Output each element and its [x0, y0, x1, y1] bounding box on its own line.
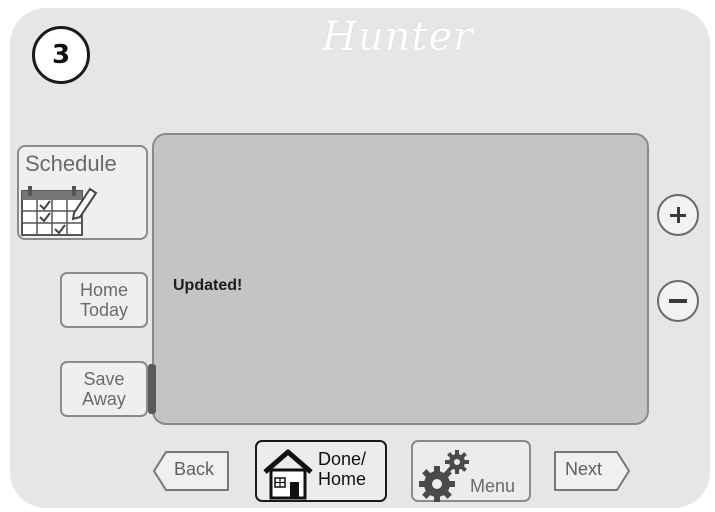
next-button[interactable]: Next [553, 450, 633, 492]
back-button[interactable]: Back [152, 450, 232, 492]
house-icon [263, 449, 313, 500]
gear-icon [419, 450, 469, 502]
calendar-pencil-icon [21, 186, 98, 236]
plus-icon-vertical [677, 207, 680, 223]
save-away-button[interactable]: Save Away [60, 361, 148, 417]
home-today-label-line2: Today [79, 300, 129, 320]
done-home-button[interactable]: Done/ Home [255, 440, 387, 502]
next-button-label: Next [565, 459, 603, 479]
schedule-button-label: Schedule [25, 151, 117, 176]
screen-message: Updated! [173, 277, 243, 294]
decrease-button[interactable] [657, 280, 699, 322]
brand-logo: Hunter [322, 14, 474, 60]
save-away-label-line1: Save [83, 369, 125, 389]
home-today-button[interactable]: Home Today [60, 272, 148, 328]
display-screen: Updated! [152, 133, 649, 425]
schedule-button[interactable]: Schedule [17, 145, 148, 240]
menu-button-label: Menu [470, 476, 516, 496]
menu-button[interactable]: Menu [411, 440, 531, 502]
home-today-label-line1: Home [79, 280, 128, 300]
step-number-badge: 3 [32, 26, 90, 84]
increase-button[interactable] [657, 194, 699, 236]
minus-icon [669, 299, 687, 303]
done-home-label-line1: Done/ [318, 449, 367, 469]
save-away-label-line2: Away [82, 389, 126, 409]
done-home-label-line2: Home [318, 469, 367, 489]
back-button-label: Back [174, 459, 215, 479]
done-home-label: Done/ Home [318, 449, 366, 489]
screen-tab-indicator [148, 364, 156, 414]
